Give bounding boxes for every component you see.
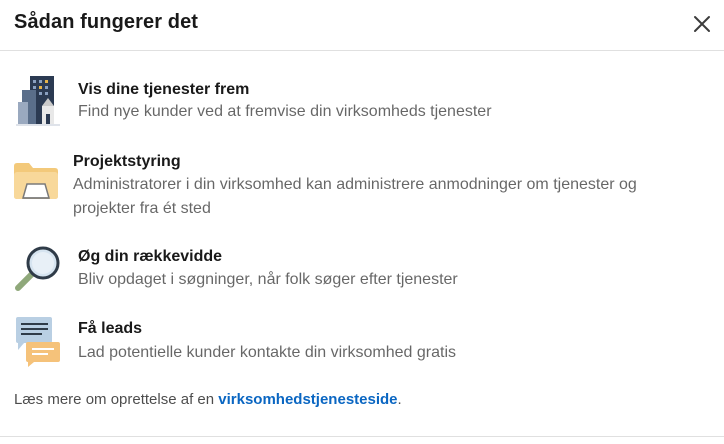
learn-more-text: Læs mere om oprettelse af en virksomheds… [14,391,402,408]
dialog-header: Sådan fungerer det [0,0,724,51]
feature-item-project-management: Projektstyring Administratorer i din vir… [0,148,724,224]
feature-description: Lad potentielle kunder kontakte din virk… [78,341,456,365]
feature-heading: Vis dine tjenester frem [78,81,250,98]
feature-heading: Projektstyring [73,153,181,170]
feature-description: Bliv opdaget i søgninger, når folk søger… [78,268,458,292]
business-services-page-link[interactable]: virksomhedstjenesteside [218,391,397,408]
close-icon [694,16,710,32]
description-line: Bliv opdaget i søgninger, når folk søger… [78,271,458,288]
footer-divider [0,436,724,437]
feature-heading: Øg din rækkevidde [78,248,223,265]
feature-description: Find nye kunder ved at fremvise din virk… [78,100,492,124]
description-line: Administratorer i din virksomhed kan adm… [73,176,637,193]
learn-more-suffix: . [397,391,402,408]
description-line: projekter fra ét sted [73,200,211,217]
description-line: Lad potentielle kunder kontakte din virk… [78,344,456,361]
buildings-icon [16,76,60,131]
chat-bubbles-icon [14,316,64,373]
feature-item-leads: Få leads Lad potentielle kunder kontakte… [0,312,724,372]
dialog-title: Sådan fungerer det [14,11,199,33]
feature-heading: Få leads [78,320,143,337]
learn-more-prefix: Læs mere om oprettelse af en [14,391,219,408]
feature-item-showcase: Vis dine tjenester frem Find nye kunder … [0,70,724,130]
folder-icon [13,160,59,205]
feature-description: Administratorer i din virksomhed kan adm… [73,173,637,221]
close-button[interactable] [686,8,718,40]
feature-item-reach: Øg din rækkevidde Bliv opdaget i søgning… [0,240,724,298]
magnifier-icon [12,242,64,299]
how-it-works-dialog: Sådan fungerer det Vis dine tjenester fr… [0,0,724,444]
description-line: Find nye kunder ved at fremvise din virk… [78,103,492,120]
